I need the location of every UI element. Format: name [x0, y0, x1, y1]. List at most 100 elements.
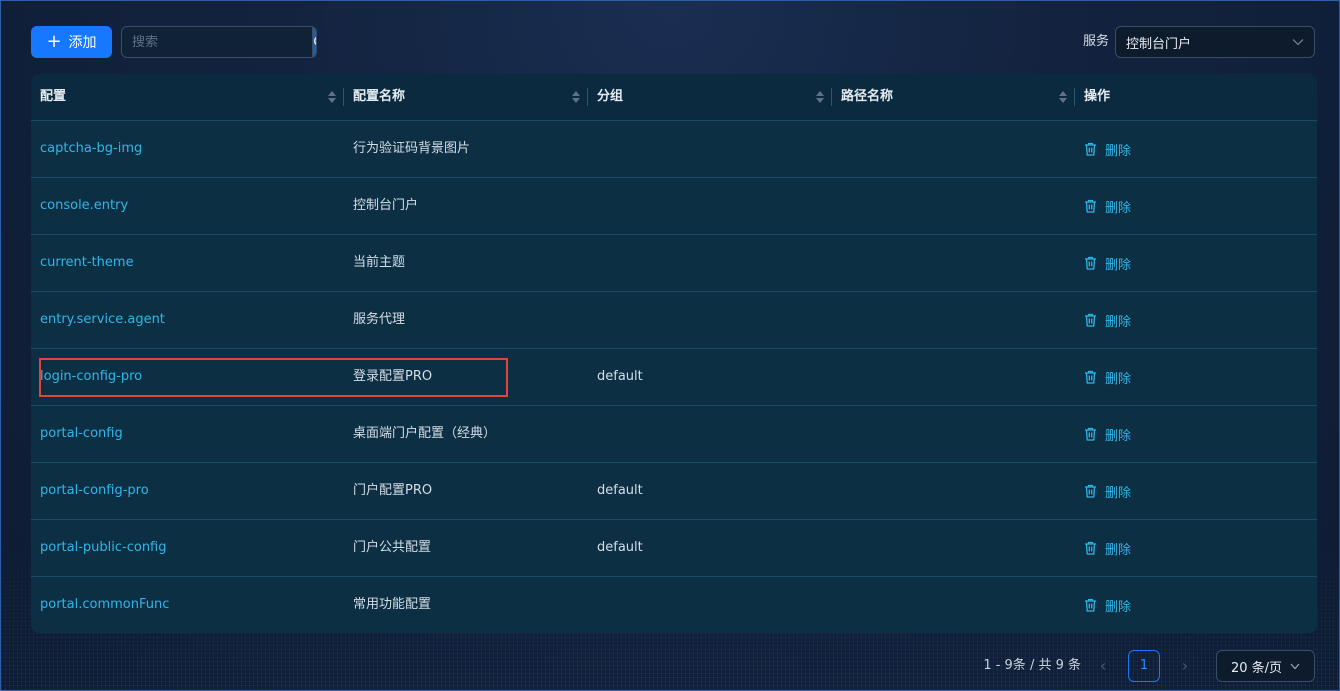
delete-button[interactable]: 删除 — [1084, 292, 1131, 348]
delete-button-label: 删除 — [1105, 371, 1132, 387]
delete-button[interactable]: 删除 — [1084, 577, 1131, 633]
table-row: portal-public-config 门户公共配置 default 删除 — [31, 520, 1317, 577]
service-label: 服务 — [1082, 34, 1109, 49]
column-header-config-name[interactable]: 配置名称 — [344, 74, 588, 120]
chevron-down-icon — [1292, 39, 1304, 46]
delete-button-label: 删除 — [1105, 485, 1132, 501]
config-name: 服务代理 — [353, 312, 406, 327]
page-size-select[interactable]: 20 条/页 — [1216, 650, 1315, 682]
config-group — [588, 121, 597, 177]
config-path-name — [832, 520, 841, 576]
config-path-name — [832, 577, 841, 633]
config-key-link[interactable]: portal.commonFunc — [31, 577, 169, 633]
next-page-button[interactable]: › — [1173, 650, 1197, 682]
column-header-config[interactable]: 配置 — [31, 74, 344, 120]
config-group — [588, 406, 597, 462]
config-group: default — [597, 369, 643, 384]
delete-button[interactable]: 删除 — [1084, 178, 1131, 234]
config-key-link[interactable]: captcha-bg-img — [31, 121, 142, 177]
column-header-group[interactable]: 分组 — [588, 74, 832, 120]
sort-icon — [328, 91, 336, 103]
column-header-label: 配置名称 — [353, 89, 406, 104]
config-name: 桌面端门户配置（经典） — [353, 426, 497, 441]
column-header-label: 操作 — [1084, 89, 1111, 104]
delete-button[interactable]: 删除 — [1084, 235, 1131, 291]
config-path-name — [832, 178, 841, 234]
search-icon — [313, 36, 316, 46]
config-path-name — [832, 463, 841, 519]
config-key-link[interactable]: portal-public-config — [31, 520, 167, 576]
delete-button-label: 删除 — [1105, 428, 1132, 444]
delete-button-label: 删除 — [1105, 200, 1132, 216]
delete-button[interactable]: 删除 — [1084, 121, 1131, 177]
delete-button[interactable]: 删除 — [1084, 349, 1131, 405]
delete-button-label: 删除 — [1105, 314, 1132, 330]
config-group — [588, 577, 597, 633]
table-row: entry.service.agent 服务代理 删除 — [31, 292, 1317, 349]
sort-icon — [816, 91, 824, 103]
config-path-name — [832, 349, 841, 405]
delete-button-label: 删除 — [1105, 599, 1132, 615]
delete-button-label: 删除 — [1105, 257, 1132, 273]
trash-icon — [1085, 142, 1096, 156]
search-button[interactable] — [312, 27, 316, 57]
config-key-link[interactable]: portal-config — [31, 406, 123, 462]
trash-icon — [1085, 427, 1096, 441]
config-name: 常用功能配置 — [353, 597, 432, 612]
config-name: 门户配置PRO — [353, 483, 433, 498]
config-group — [588, 235, 597, 291]
delete-button-label: 删除 — [1105, 143, 1132, 159]
config-group — [588, 292, 597, 348]
config-group: default — [597, 540, 643, 555]
service-select-value: 控制台门户 — [1126, 36, 1192, 52]
config-name: 登录配置PRO — [353, 369, 433, 384]
sort-icon — [572, 91, 580, 103]
config-path-name — [832, 121, 841, 177]
page-number-button[interactable]: 1 — [1128, 650, 1160, 682]
trash-icon — [1085, 541, 1096, 555]
trash-icon — [1085, 256, 1096, 270]
pagination-total: 1 - 9条 / 共 9 条 — [983, 658, 1081, 673]
trash-icon — [1085, 598, 1096, 612]
delete-button[interactable]: 删除 — [1084, 406, 1131, 462]
chevron-down-icon — [1290, 663, 1300, 669]
config-group — [588, 178, 597, 234]
table-header: 配置 配置名称 分组 路径名称 操作 — [31, 74, 1317, 121]
toolbar: + 添加 服务 控制台门户 — [31, 26, 1315, 58]
table-row: login-config-pro 登录配置PRO default 删除 — [31, 349, 1317, 406]
trash-icon — [1085, 484, 1096, 498]
config-path-name — [832, 235, 841, 291]
config-key-link[interactable]: login-config-pro — [31, 349, 142, 405]
table-row: console.entry 控制台门户 删除 — [31, 178, 1317, 235]
prev-page-button[interactable]: ‹ — [1091, 650, 1115, 682]
service-select[interactable]: 控制台门户 — [1115, 26, 1315, 58]
column-header-path-name[interactable]: 路径名称 — [832, 74, 1075, 120]
delete-button-label: 删除 — [1105, 542, 1132, 558]
config-table: 配置 配置名称 分组 路径名称 操作 captcha-bg-img 行为验证码背景… — [31, 74, 1317, 633]
config-key-link[interactable]: current-theme — [31, 235, 134, 291]
pagination: 1 - 9条 / 共 9 条 ‹ 1 › 20 条/页 — [835, 650, 1315, 682]
column-header-actions: 操作 — [1075, 74, 1317, 120]
table-row: portal-config 桌面端门户配置（经典） 删除 — [31, 406, 1317, 463]
config-name: 行为验证码背景图片 — [353, 141, 471, 156]
trash-icon — [1085, 370, 1096, 384]
config-name: 门户公共配置 — [353, 540, 432, 555]
table-row: captcha-bg-img 行为验证码背景图片 删除 — [31, 121, 1317, 178]
column-header-label: 配置 — [40, 89, 67, 104]
column-header-label: 路径名称 — [841, 89, 894, 104]
table-row: current-theme 当前主题 删除 — [31, 235, 1317, 292]
config-path-name — [832, 406, 841, 462]
table-body: captcha-bg-img 行为验证码背景图片 删除 console.entry 控制… — [31, 121, 1317, 633]
config-key-link[interactable]: portal-config-pro — [31, 463, 149, 519]
search-input[interactable] — [122, 27, 312, 57]
config-name: 控制台门户 — [353, 198, 419, 213]
delete-button[interactable]: 删除 — [1084, 520, 1131, 576]
add-button[interactable]: + 添加 — [31, 26, 112, 58]
page-size-value: 20 条/页 — [1230, 660, 1283, 676]
config-key-link[interactable]: entry.service.agent — [31, 292, 165, 348]
delete-button[interactable]: 删除 — [1084, 463, 1131, 519]
config-key-link[interactable]: console.entry — [31, 178, 128, 234]
search-box — [121, 26, 317, 58]
config-group: default — [597, 483, 643, 498]
config-name: 当前主题 — [353, 255, 406, 270]
